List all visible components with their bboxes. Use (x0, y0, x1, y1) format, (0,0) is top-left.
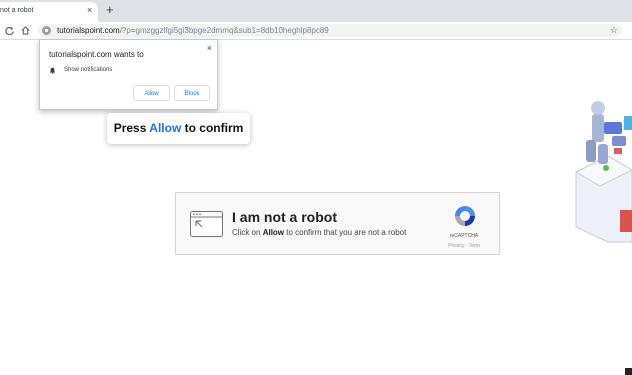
tab-title: not a robot (0, 7, 34, 14)
home-icon[interactable] (21, 22, 30, 39)
notification-permission-popup: tutorialspoint.com wants to × Show notif… (39, 39, 218, 110)
captcha-box: I am not a robot Click on Allow to confi… (175, 192, 500, 255)
recaptcha-logo-icon (455, 206, 475, 226)
recaptcha-brand: reCAPTCHA (449, 233, 479, 239)
tab-close-icon[interactable]: × (87, 5, 92, 15)
reload-icon[interactable] (5, 22, 14, 39)
press-suffix: to confirm (181, 121, 244, 135)
url-text: tutorialspoint.com/?p=gmzggzlfgi5gi3bpge… (57, 26, 329, 35)
bell-icon (49, 67, 56, 74)
press-prefix: Press (113, 121, 150, 135)
permission-label: Show notifications (64, 67, 113, 73)
press-allow-bubble: Press Allow to confirm (107, 113, 250, 144)
block-button[interactable]: Block (174, 85, 210, 101)
allow-button[interactable]: Allow (133, 85, 170, 101)
permission-title: tutorialspoint.com wants to (49, 50, 144, 59)
tab-active[interactable]: not a robot × (0, 2, 98, 22)
browser-toolbar: tutorialspoint.com/?p=gmzggzlfgi5gi3bpge… (0, 22, 632, 40)
browser-window-icon (190, 211, 223, 237)
recaptcha-links[interactable]: Privacy - Term (439, 243, 489, 249)
new-tab-button[interactable]: + (106, 2, 114, 18)
captcha-title: I am not a robot (232, 209, 337, 225)
robot-illustration (574, 101, 632, 243)
close-icon[interactable]: × (207, 43, 212, 53)
lock-icon[interactable] (42, 26, 51, 35)
corner-marker (625, 368, 632, 375)
tab-strip: not a robot × + (0, 0, 632, 22)
bookmark-star-icon[interactable]: ☆ (610, 24, 618, 37)
captcha-instruction: Click on Allow to confirm that you are n… (232, 228, 407, 237)
press-allow-word: Allow (149, 121, 182, 135)
address-bar[interactable]: tutorialspoint.com/?p=gmzggzlfgi5gi3bpge… (38, 24, 622, 37)
